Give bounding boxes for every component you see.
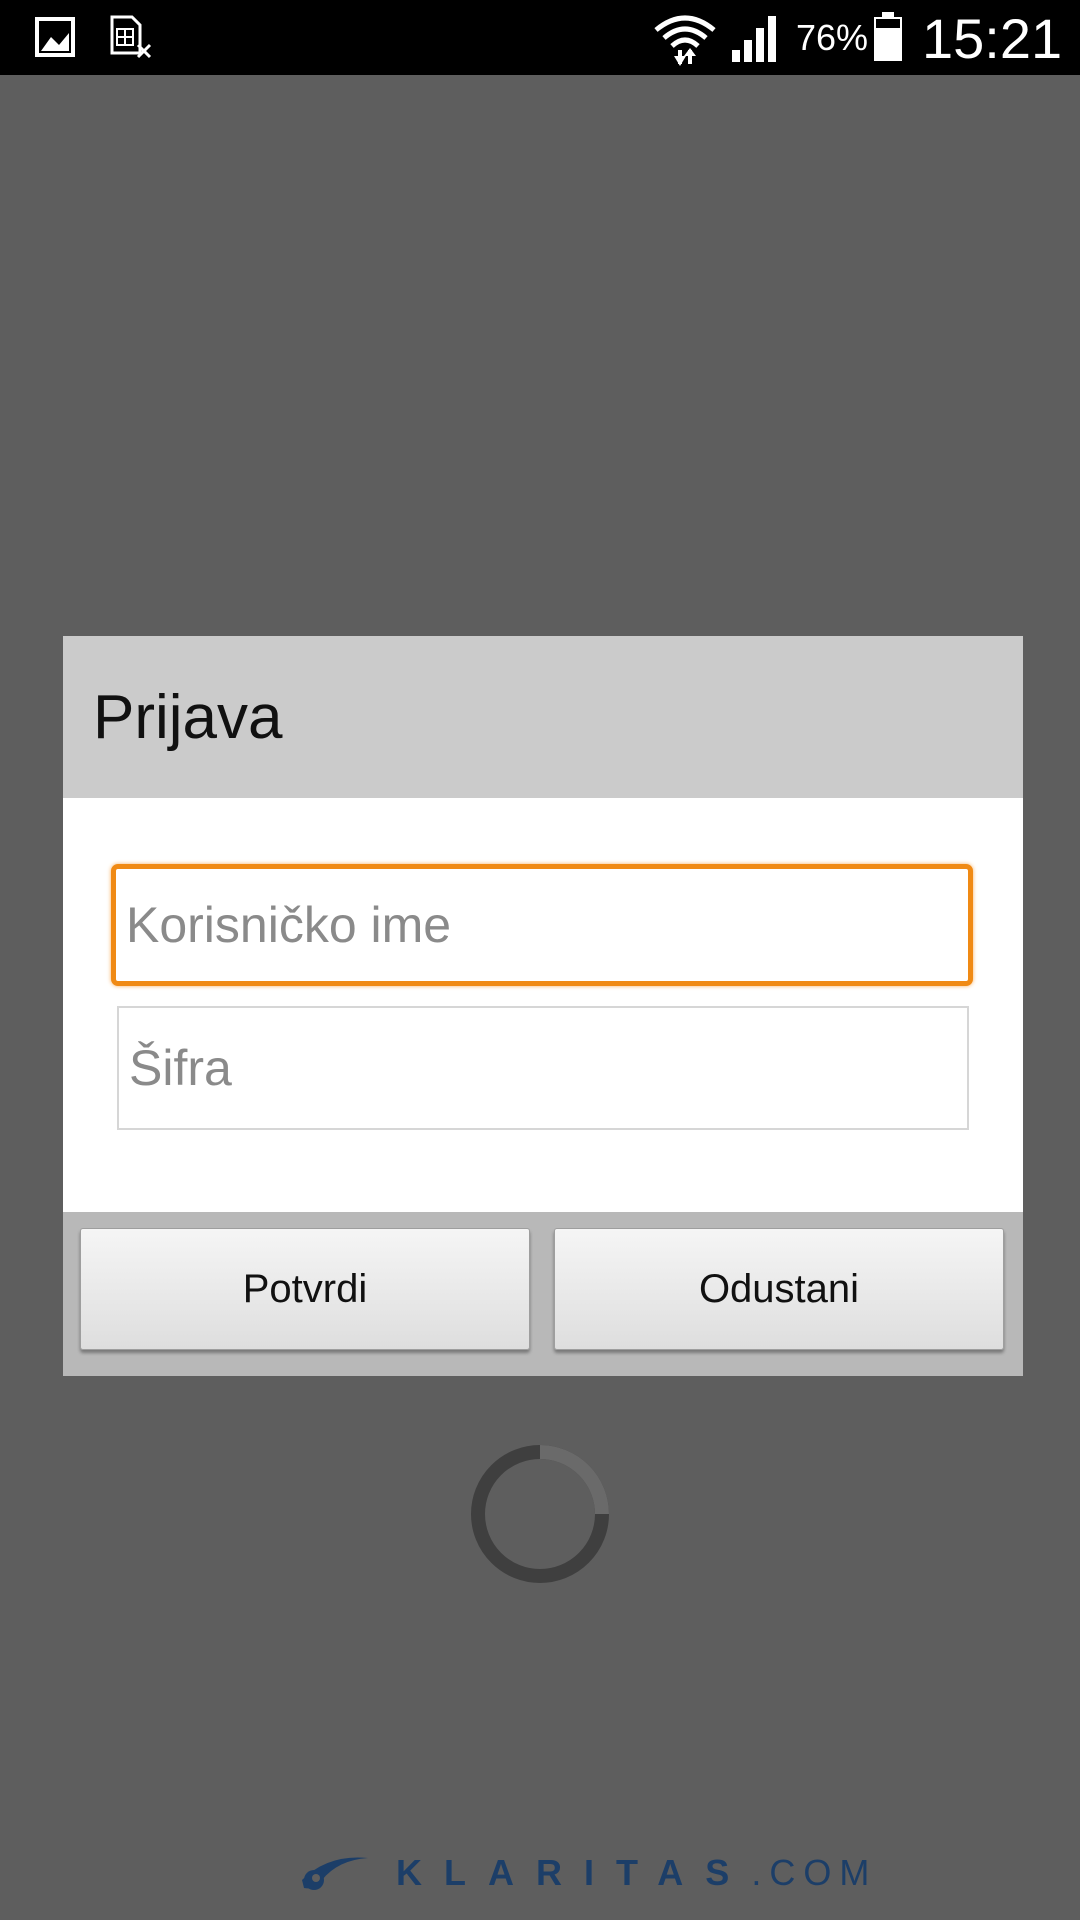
brand-logo: KLARITAS.COM [298,1850,869,1900]
brand-suffix: .COM [751,1852,878,1893]
klaritas-logo-icon [302,1857,368,1890]
brand-name: KLARITAS.COM [396,1850,877,1896]
sim-card-missing-icon [110,15,152,59]
password-input[interactable]: Šifra [117,1006,969,1130]
dialog-button-bar: Potvrdi Odustani [63,1212,1023,1376]
wifi-icon [654,15,716,66]
dialog-title: Prijava [93,683,283,752]
signal-icon [732,16,776,62]
cancel-button[interactable]: Odustani [554,1228,1004,1350]
status-bar: 76% 15:21 [0,0,1080,75]
password-placeholder: Šifra [129,1040,232,1096]
username-placeholder: Korisničko ime [126,897,452,953]
login-dialog: Prijava Korisničko ime Šifra Potvrdi Odu… [63,636,1023,1376]
brand-word: KLARITAS [396,1852,752,1893]
username-input[interactable]: Korisničko ime [111,864,973,986]
gallery-icon [35,17,75,57]
confirm-button[interactable]: Potvrdi [80,1228,530,1350]
battery-percent: 76% [796,17,869,58]
battery-icon [874,12,902,61]
loading-spinner-icon [471,1445,609,1583]
dialog-header: Prijava [63,636,1023,798]
clock: 15:21 [922,7,1063,70]
